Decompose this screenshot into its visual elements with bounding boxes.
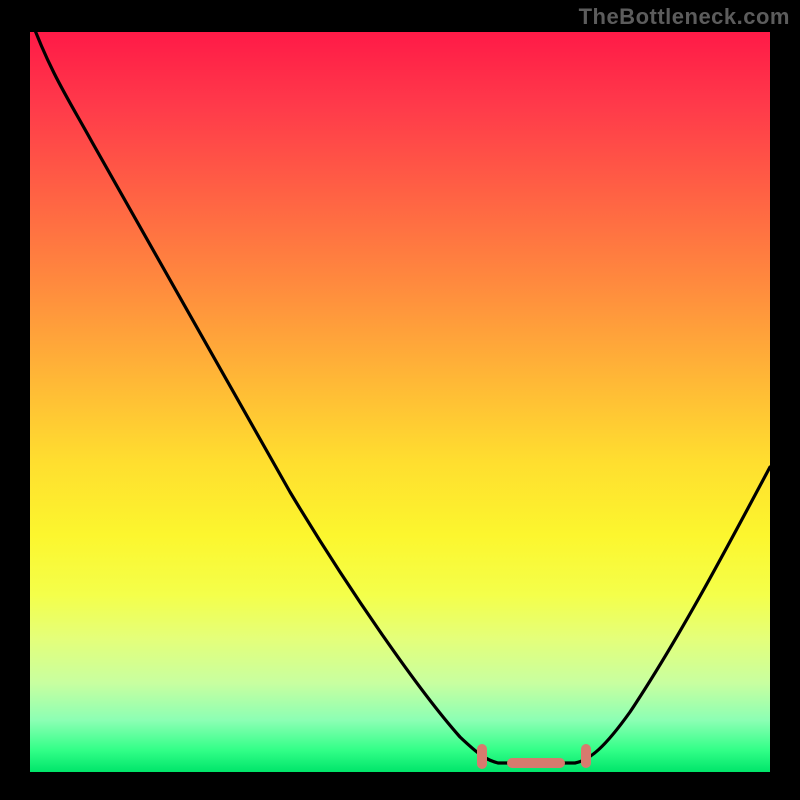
- watermark-text: TheBottleneck.com: [579, 4, 790, 30]
- chart-container: TheBottleneck.com: [0, 0, 800, 800]
- curve-path: [30, 17, 770, 763]
- plot-area: [30, 32, 770, 772]
- bottleneck-curve: [30, 32, 770, 772]
